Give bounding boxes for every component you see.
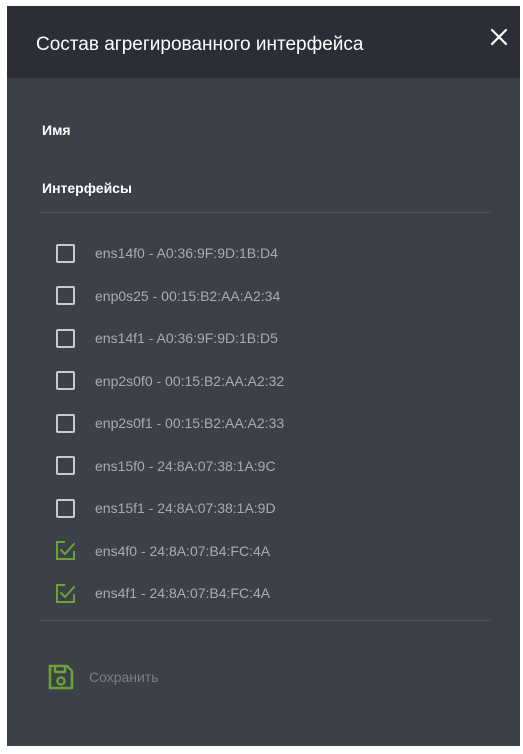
interface-label: enp2s0f0 - 00:15:B2:AA:A2:32 [95,372,285,389]
interface-label: ens15f0 - 24:8A:07:38:1A:9C [95,457,276,474]
dialog-title: Состав агрегированного интерфейса [36,34,364,55]
checkbox-unchecked[interactable] [56,286,75,306]
interface-list-item[interactable]: ens4f0 - 24:8A:07:B4:FC:4A [56,530,496,573]
interface-label: ens4f1 - 24:8A:07:B4:FC:4A [95,585,271,602]
checkbox-unchecked[interactable] [56,371,75,391]
checkbox-checked[interactable] [56,583,75,603]
checkbox-unchecked[interactable] [56,413,75,433]
name-label: Имя [42,122,71,138]
checkbox-unchecked[interactable] [56,243,75,263]
interface-list-item[interactable]: ens14f1 - A0:36:9F:9D:1B:D5 [56,317,496,360]
save-button[interactable]: Сохранить [47,662,159,692]
interfaces-label: Интерфейсы [42,180,132,196]
interface-list-item[interactable]: enp2s0f0 - 00:15:B2:AA:A2:32 [56,360,496,403]
interface-list-item[interactable]: ens15f0 - 24:8A:07:38:1A:9C [56,445,496,488]
interface-list-item[interactable]: ens15f1 - 24:8A:07:38:1A:9D [56,487,496,530]
checkbox-unchecked[interactable] [56,328,75,348]
interfaces-list: ens14f0 - A0:36:9F:9D:1B:D4 enp0s25 - 00:… [56,232,496,615]
checkmark-icon [56,541,75,561]
floppy-disk-icon [48,664,74,690]
aggregated-interface-dialog: Состав агрегированного интерфейса Имя Ин… [7,6,520,746]
dialog-header: Состав агрегированного интерфейса [7,6,520,78]
interface-list-item[interactable]: ens4f1 - 24:8A:07:B4:FC:4A [56,572,496,615]
save-button-label: Сохранить [89,669,159,685]
checkmark-icon [56,583,75,603]
interface-label: ens14f1 - A0:36:9F:9D:1B:D5 [95,330,278,347]
close-icon [490,28,508,46]
interface-list-item[interactable]: enp2s0f1 - 00:15:B2:AA:A2:33 [56,402,496,445]
checkbox-checked[interactable] [56,541,75,561]
interface-label: enp0s25 - 00:15:B2:AA:A2:34 [95,287,281,304]
interface-label: ens4f0 - 24:8A:07:B4:FC:4A [95,542,271,559]
interface-list-item[interactable]: enp0s25 - 00:15:B2:AA:A2:34 [56,275,496,318]
close-button[interactable] [488,26,512,50]
interface-label: ens15f1 - 24:8A:07:38:1A:9D [95,500,276,517]
divider [41,620,491,621]
divider [41,212,491,213]
interface-label: enp2s0f1 - 00:15:B2:AA:A2:33 [95,415,285,432]
interface-list-item[interactable]: ens14f0 - A0:36:9F:9D:1B:D4 [56,232,496,275]
interface-label: ens14f0 - A0:36:9F:9D:1B:D4 [95,245,278,262]
checkbox-unchecked[interactable] [56,498,75,518]
checkbox-unchecked[interactable] [56,456,75,476]
